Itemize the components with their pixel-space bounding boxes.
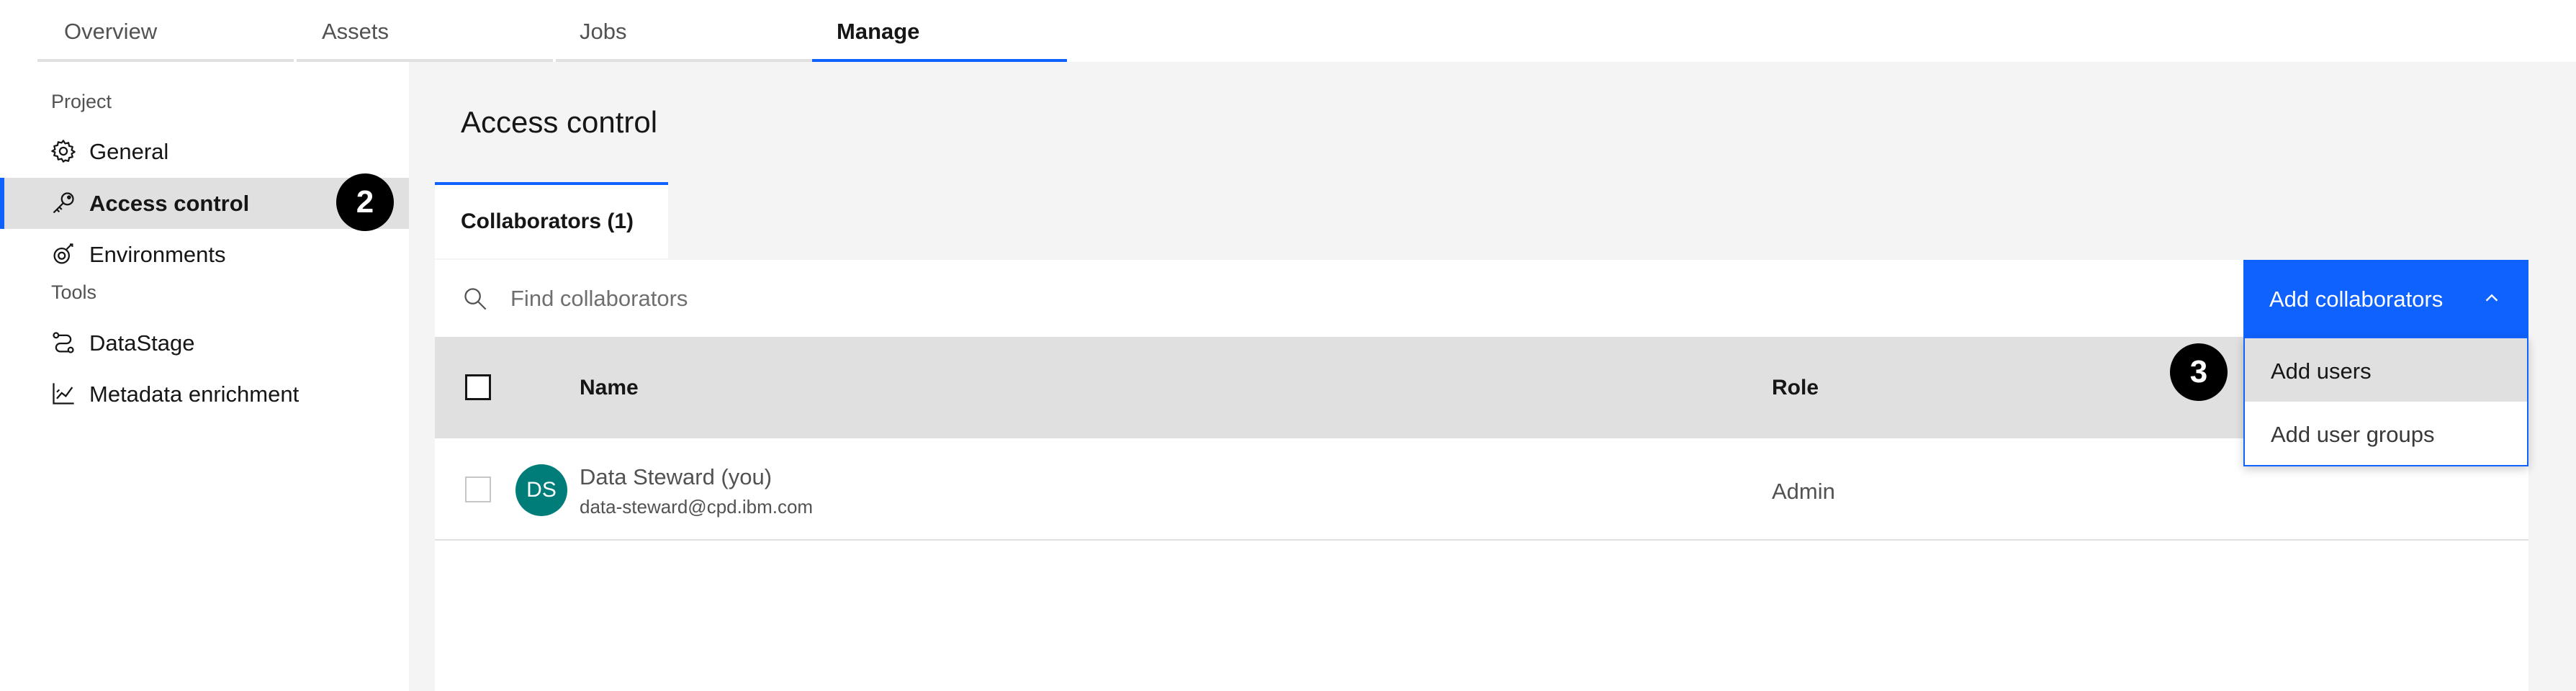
add-collaborators-menu: Add users Add user groups <box>2243 337 2528 466</box>
tab-label: Overview <box>64 19 158 44</box>
datastage-icon <box>53 332 74 353</box>
tab-assets[interactable]: Assets <box>297 0 553 62</box>
sidebar-item-metadata-enrichment[interactable]: Metadata enrichment <box>0 369 409 420</box>
tab-label: Collaborators (1) <box>461 209 634 233</box>
sidebar-item-label: Environments <box>89 242 226 267</box>
add-collaborators-label: Add collaborators <box>2269 286 2444 312</box>
sidebar-item-label: DataStage <box>89 330 195 356</box>
collaborator-email: data-steward@cpd.ibm.com <box>580 496 814 518</box>
avatar: DS <box>515 464 567 516</box>
active-indicator <box>0 178 4 229</box>
environments-icon <box>53 243 73 264</box>
tab-label: Assets <box>322 19 389 44</box>
sidebar-item-datastage[interactable]: DataStage <box>0 317 409 369</box>
column-header-role[interactable]: Role <box>1772 376 1819 400</box>
tab-label: Manage <box>837 19 920 44</box>
sidebar-item-environments[interactable]: Environments <box>0 229 409 280</box>
search-icon <box>464 288 487 310</box>
table-row: DS Data Steward (you) data-steward@cpd.i… <box>435 438 2528 541</box>
tab-collaborators[interactable]: Collaborators (1) <box>435 182 668 258</box>
menu-item-add-users[interactable]: Add users <box>2245 338 2527 402</box>
main-content: Access control Collaborators (1) Add col… <box>409 62 2576 691</box>
page-title: Access control <box>461 105 658 139</box>
select-all-checkbox[interactable] <box>465 374 491 400</box>
sidebar-item-label: Metadata enrichment <box>89 381 300 407</box>
add-collaborators-button[interactable]: Add collaborators <box>2243 260 2528 337</box>
tab-jobs[interactable]: Jobs <box>556 0 812 62</box>
sidebar-item-label: Access control <box>89 191 250 216</box>
step-3-callout: 3 <box>2170 343 2228 401</box>
menu-item-label: Add users <box>2271 358 2372 384</box>
column-header-name[interactable]: Name <box>580 376 639 400</box>
key-icon <box>53 192 74 214</box>
chart-line-icon <box>53 383 74 405</box>
collaborator-role: Admin <box>1772 479 1835 504</box>
step-2-callout: 2 <box>336 173 394 231</box>
search-input[interactable] <box>510 281 2238 316</box>
menu-item-add-user-groups[interactable]: Add user groups <box>2245 402 2527 465</box>
menu-item-label: Add user groups <box>2271 422 2435 447</box>
tab-overview[interactable]: Overview <box>37 0 294 62</box>
tab-label: Jobs <box>580 19 627 44</box>
sidebar-item-label: General <box>89 139 169 164</box>
tab-manage[interactable]: Manage <box>812 0 1067 62</box>
collaborator-name: Data Steward (you) <box>580 464 773 489</box>
sidebar-section-tools: Tools <box>51 281 97 303</box>
gear-icon <box>51 140 76 163</box>
sidebar: Project General Access control Environme… <box>0 62 409 691</box>
top-tab-bar: Overview Assets Jobs Manage <box>0 0 2576 62</box>
sidebar-section-project: Project <box>51 91 112 112</box>
row-checkbox[interactable] <box>465 477 491 502</box>
sidebar-item-general[interactable]: General <box>0 126 409 177</box>
chevron-up-icon <box>2485 294 2498 302</box>
collaborators-panel: Add collaborators Name Role DS Data Stew… <box>435 260 2528 691</box>
table-toolbar: Add collaborators <box>435 260 2528 337</box>
